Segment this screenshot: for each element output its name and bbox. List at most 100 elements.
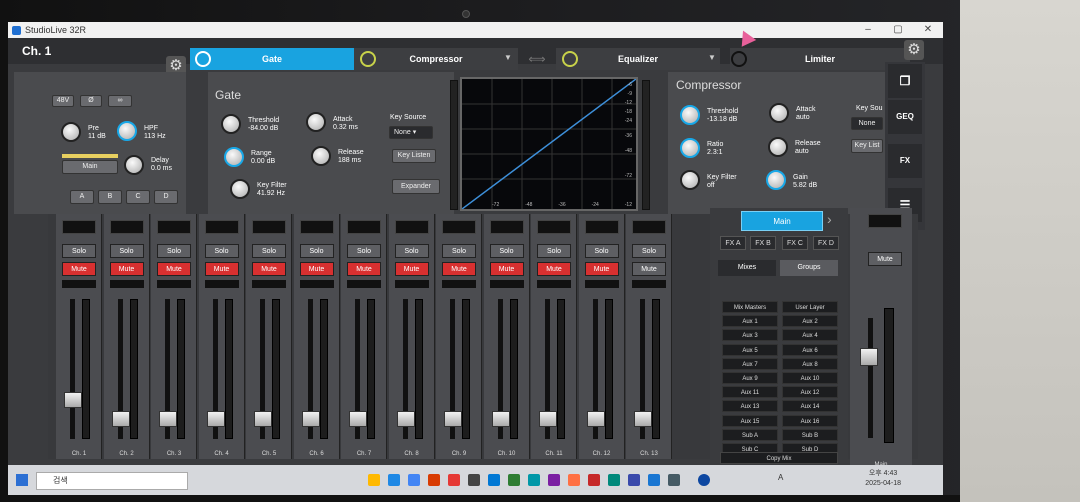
fader-cap[interactable]	[396, 410, 415, 427]
mute-button[interactable]: Mute	[632, 262, 666, 276]
pan-indicator[interactable]	[157, 280, 191, 288]
copy-mix-button[interactable]: Copy Mix	[720, 452, 838, 464]
gate-expander-button[interactable]: Expander	[392, 179, 440, 194]
mix-select-button[interactable]: Aux 1	[722, 315, 778, 328]
minimize-button[interactable]: –	[853, 22, 883, 38]
geq-button[interactable]: GEQ	[888, 100, 922, 134]
mix-select-button[interactable]: Aux 8	[782, 357, 838, 370]
pan-indicator[interactable]	[442, 280, 476, 288]
mute-button[interactable]: Mute	[442, 262, 476, 276]
mix-select-button[interactable]: Aux 3	[722, 329, 778, 342]
solo-button[interactable]: Solo	[109, 244, 144, 258]
copy-icon[interactable]: ❐	[888, 64, 922, 98]
comp-release-knob[interactable]	[768, 137, 788, 157]
excel-icon[interactable]	[508, 474, 520, 486]
gate-power-icon[interactable]	[195, 51, 211, 67]
tab-limiter[interactable]: Limiter	[730, 48, 910, 70]
taskbar-clock[interactable]: 오후 4:43 2025-04-18	[865, 469, 901, 489]
gate-key-source-select[interactable]: None ▾	[389, 126, 433, 139]
polarity-button[interactable]: Ø	[80, 95, 102, 107]
mute-button[interactable]: Mute	[299, 262, 334, 276]
mix-select-button[interactable]: Aux 11	[722, 386, 778, 399]
mix-select-button[interactable]: Aux 2	[782, 315, 838, 328]
main-fader-cap[interactable]	[860, 348, 878, 366]
app-blue-icon[interactable]	[648, 474, 660, 486]
file-explorer-icon[interactable]	[368, 474, 380, 486]
solo-button[interactable]: Solo	[299, 244, 334, 258]
fader-cap[interactable]	[634, 410, 652, 427]
solo-button[interactable]: Solo	[204, 244, 239, 258]
chevron-right-icon[interactable]: ›	[827, 211, 832, 227]
mix-select-button[interactable]: Sub B	[782, 428, 838, 441]
pan-indicator[interactable]	[62, 280, 96, 288]
mix-select-button[interactable]: Aux 10	[782, 372, 838, 384]
mix-select-button[interactable]: Mix Masters	[722, 301, 778, 313]
mix-select-button[interactable]: User Layer	[782, 301, 838, 313]
comp-key-source-select[interactable]: None	[851, 117, 883, 130]
mute-button[interactable]: Mute	[347, 262, 381, 276]
solo-button[interactable]: Solo	[252, 244, 286, 258]
solo-button[interactable]: Solo	[62, 244, 96, 258]
taskbar-search-input[interactable]: 검색	[36, 472, 188, 490]
office-icon[interactable]	[428, 474, 440, 486]
tab-compressor[interactable]: Compressor	[354, 48, 518, 70]
assign-b-button[interactable]: B	[98, 190, 122, 204]
app-teal-icon[interactable]	[528, 474, 540, 486]
app-red-icon[interactable]	[448, 474, 460, 486]
mix-select-button[interactable]: Aux 12	[782, 386, 838, 399]
compressor-chevron-down-icon[interactable]: ▼	[504, 53, 512, 62]
pan-indicator[interactable]	[252, 280, 286, 288]
app-orange-icon[interactable]	[568, 474, 580, 486]
solo-button[interactable]: Solo	[489, 244, 524, 258]
tab-equalizer[interactable]: Equalizer	[556, 48, 720, 70]
comp-gain-knob[interactable]	[766, 170, 786, 190]
edge-icon[interactable]	[388, 474, 400, 486]
fader-cap[interactable]	[159, 410, 177, 427]
ime-indicator[interactable]: A	[778, 473, 783, 482]
fader-cap[interactable]	[301, 410, 320, 427]
mix-select-button[interactable]: Aux 5	[722, 343, 778, 356]
assign-c-button[interactable]: C	[126, 190, 150, 204]
global-settings-gear-icon[interactable]: ⚙	[904, 40, 924, 60]
comp-threshold-knob[interactable]	[680, 105, 700, 125]
assign-d-button[interactable]: D	[154, 190, 178, 204]
hpf-knob[interactable]	[117, 121, 137, 141]
windows-start-icon[interactable]	[16, 474, 28, 486]
studiolive-app-icon[interactable]	[698, 474, 710, 486]
solo-button[interactable]: Solo	[537, 244, 571, 258]
mute-button[interactable]: Mute	[489, 262, 524, 276]
pan-indicator[interactable]	[632, 280, 666, 288]
solo-button[interactable]: Solo	[584, 244, 619, 258]
mix-select-button[interactable]: Aux 14	[782, 400, 838, 413]
mail-icon[interactable]	[488, 474, 500, 486]
youtube-icon[interactable]	[588, 474, 600, 486]
link-arrows-icon[interactable]: ⟺	[522, 52, 552, 66]
fader-cap[interactable]	[491, 410, 510, 427]
fader-cap[interactable]	[206, 410, 225, 427]
mix-select-button[interactable]: Aux 15	[722, 414, 778, 427]
app-indigo-icon[interactable]	[628, 474, 640, 486]
fader-cap[interactable]	[586, 410, 605, 427]
pan-indicator[interactable]	[489, 280, 524, 288]
gate-release-knob[interactable]	[311, 146, 331, 166]
mute-button[interactable]: Mute	[537, 262, 571, 276]
fader-cap[interactable]	[254, 410, 272, 427]
fx-d-button[interactable]: FX D	[813, 236, 839, 250]
mix-select-button[interactable]: Sub A	[722, 428, 778, 441]
assign-a-button[interactable]: A	[70, 190, 94, 204]
compressor-power-icon[interactable]	[360, 51, 376, 67]
equalizer-power-icon[interactable]	[562, 51, 578, 67]
mix-select-button[interactable]: Aux 6	[782, 343, 838, 356]
main-mute-button[interactable]: Mute	[868, 252, 902, 266]
solo-button[interactable]: Solo	[157, 244, 191, 258]
mix-select-button[interactable]: Aux 4	[782, 329, 838, 342]
fx-b-button[interactable]: FX B	[750, 236, 776, 250]
mute-button[interactable]: Mute	[157, 262, 191, 276]
pan-indicator[interactable]	[394, 280, 429, 288]
phantom-power-button[interactable]: 48V	[52, 95, 74, 107]
mute-button[interactable]: Mute	[204, 262, 239, 276]
equalizer-chevron-down-icon[interactable]: ▼	[708, 53, 716, 62]
fx-button[interactable]: FX	[888, 144, 922, 178]
app-dark-icon[interactable]	[468, 474, 480, 486]
solo-button[interactable]: Solo	[394, 244, 429, 258]
